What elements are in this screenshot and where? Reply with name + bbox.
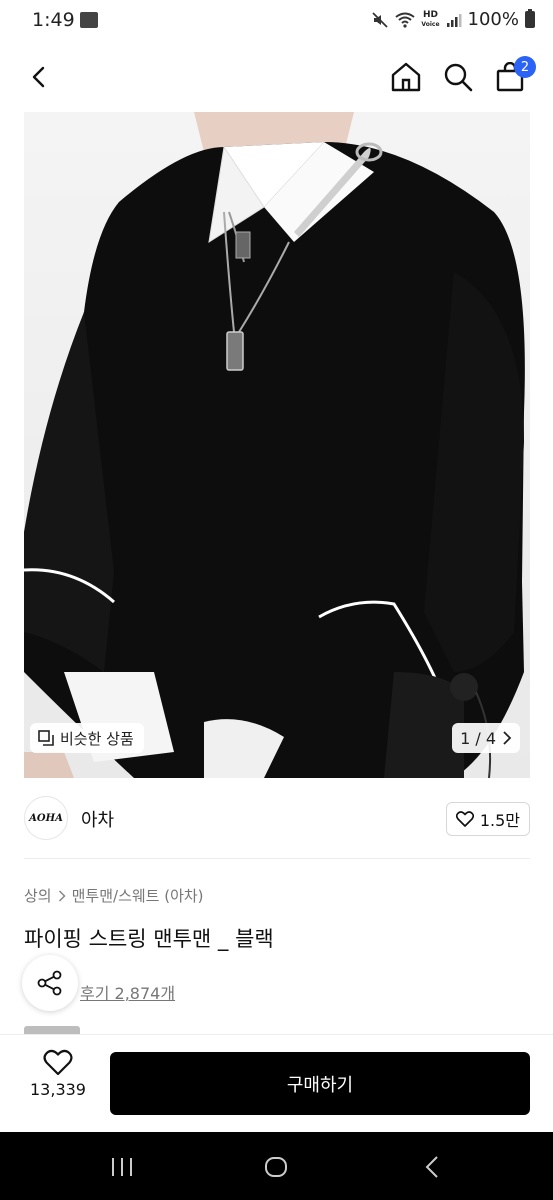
battery-percent: 100%: [467, 9, 519, 30]
bottom-action-bar: 13,339 구매하기: [0, 1034, 553, 1132]
gallery-notification-icon: [80, 12, 98, 28]
similar-products-label: 비슷한 상품: [60, 729, 134, 748]
battery-icon: [525, 9, 535, 28]
system-back-button[interactable]: [412, 1152, 452, 1182]
system-home-button[interactable]: [256, 1152, 296, 1182]
brand-row: AOHA 아차 1.5만: [24, 794, 530, 842]
breadcrumb-category[interactable]: 상의: [24, 885, 52, 906]
recent-apps-button[interactable]: [102, 1152, 142, 1182]
wishlist-button[interactable]: 13,339: [22, 1049, 94, 1115]
share-icon: [37, 970, 62, 996]
system-navigation-bar: [0, 1132, 553, 1200]
chevron-right-icon: [58, 889, 66, 902]
brand-like-button[interactable]: 1.5만: [445, 802, 530, 836]
share-button[interactable]: [22, 955, 78, 1011]
back-arrow-icon: [32, 66, 45, 88]
mute-icon: [372, 11, 389, 28]
cart-count-badge: 2: [514, 56, 536, 78]
image-pager[interactable]: 1 / 4: [452, 723, 520, 753]
copy-icon: [38, 730, 54, 746]
system-back-icon: [425, 1156, 438, 1178]
wifi-icon: [395, 12, 416, 28]
status-indicators: HD Voice 100%: [371, 9, 535, 30]
review-count-link[interactable]: 후기 2,874개: [80, 980, 175, 1004]
status-bar: 1:49 HD Voice 100%: [0, 0, 553, 42]
product-photo: [24, 112, 530, 778]
product-title: 파이핑 스트링 맨투맨 _ 블랙: [24, 927, 274, 951]
breadcrumb: 상의 맨투맨/스웨트 (아차): [24, 885, 204, 906]
brand-logo-text: AOHA: [29, 812, 63, 824]
buy-button[interactable]: 구매하기: [110, 1052, 530, 1115]
page-indicator: 1 / 4: [460, 728, 496, 748]
heart-icon: [455, 811, 474, 827]
brand-logo[interactable]: AOHA: [24, 796, 68, 840]
back-button[interactable]: [18, 55, 62, 99]
cart-button[interactable]: 2: [488, 55, 536, 99]
search-button[interactable]: [436, 55, 480, 99]
recent-apps-icon: [112, 1158, 132, 1176]
brand-like-count: 1.5만: [479, 811, 520, 830]
home-icon: [391, 62, 421, 92]
wishlist-count: 13,339: [30, 1080, 86, 1099]
thumbnail-preview: [24, 1026, 80, 1034]
chevron-right-icon: [503, 731, 512, 745]
breadcrumb-subcategory[interactable]: 맨투맨/스웨트 (아차): [72, 885, 204, 906]
product-image-gallery[interactable]: 비슷한 상품 1 / 4: [24, 112, 530, 778]
hd-voice-icon: HD Voice: [421, 9, 440, 29]
top-navigation: 2: [0, 42, 553, 112]
brand-name[interactable]: 아차: [81, 806, 114, 832]
heart-icon: [43, 1049, 73, 1076]
signal-icon: [446, 13, 462, 27]
system-home-icon: [265, 1157, 287, 1177]
similar-products-button[interactable]: 비슷한 상품: [30, 723, 144, 753]
home-button[interactable]: [384, 55, 428, 99]
search-icon: [444, 63, 473, 92]
divider: [24, 858, 530, 859]
hd-label: HD: [422, 9, 438, 20]
status-time: 1:49: [32, 9, 75, 31]
voice-label: Voice: [421, 20, 440, 28]
